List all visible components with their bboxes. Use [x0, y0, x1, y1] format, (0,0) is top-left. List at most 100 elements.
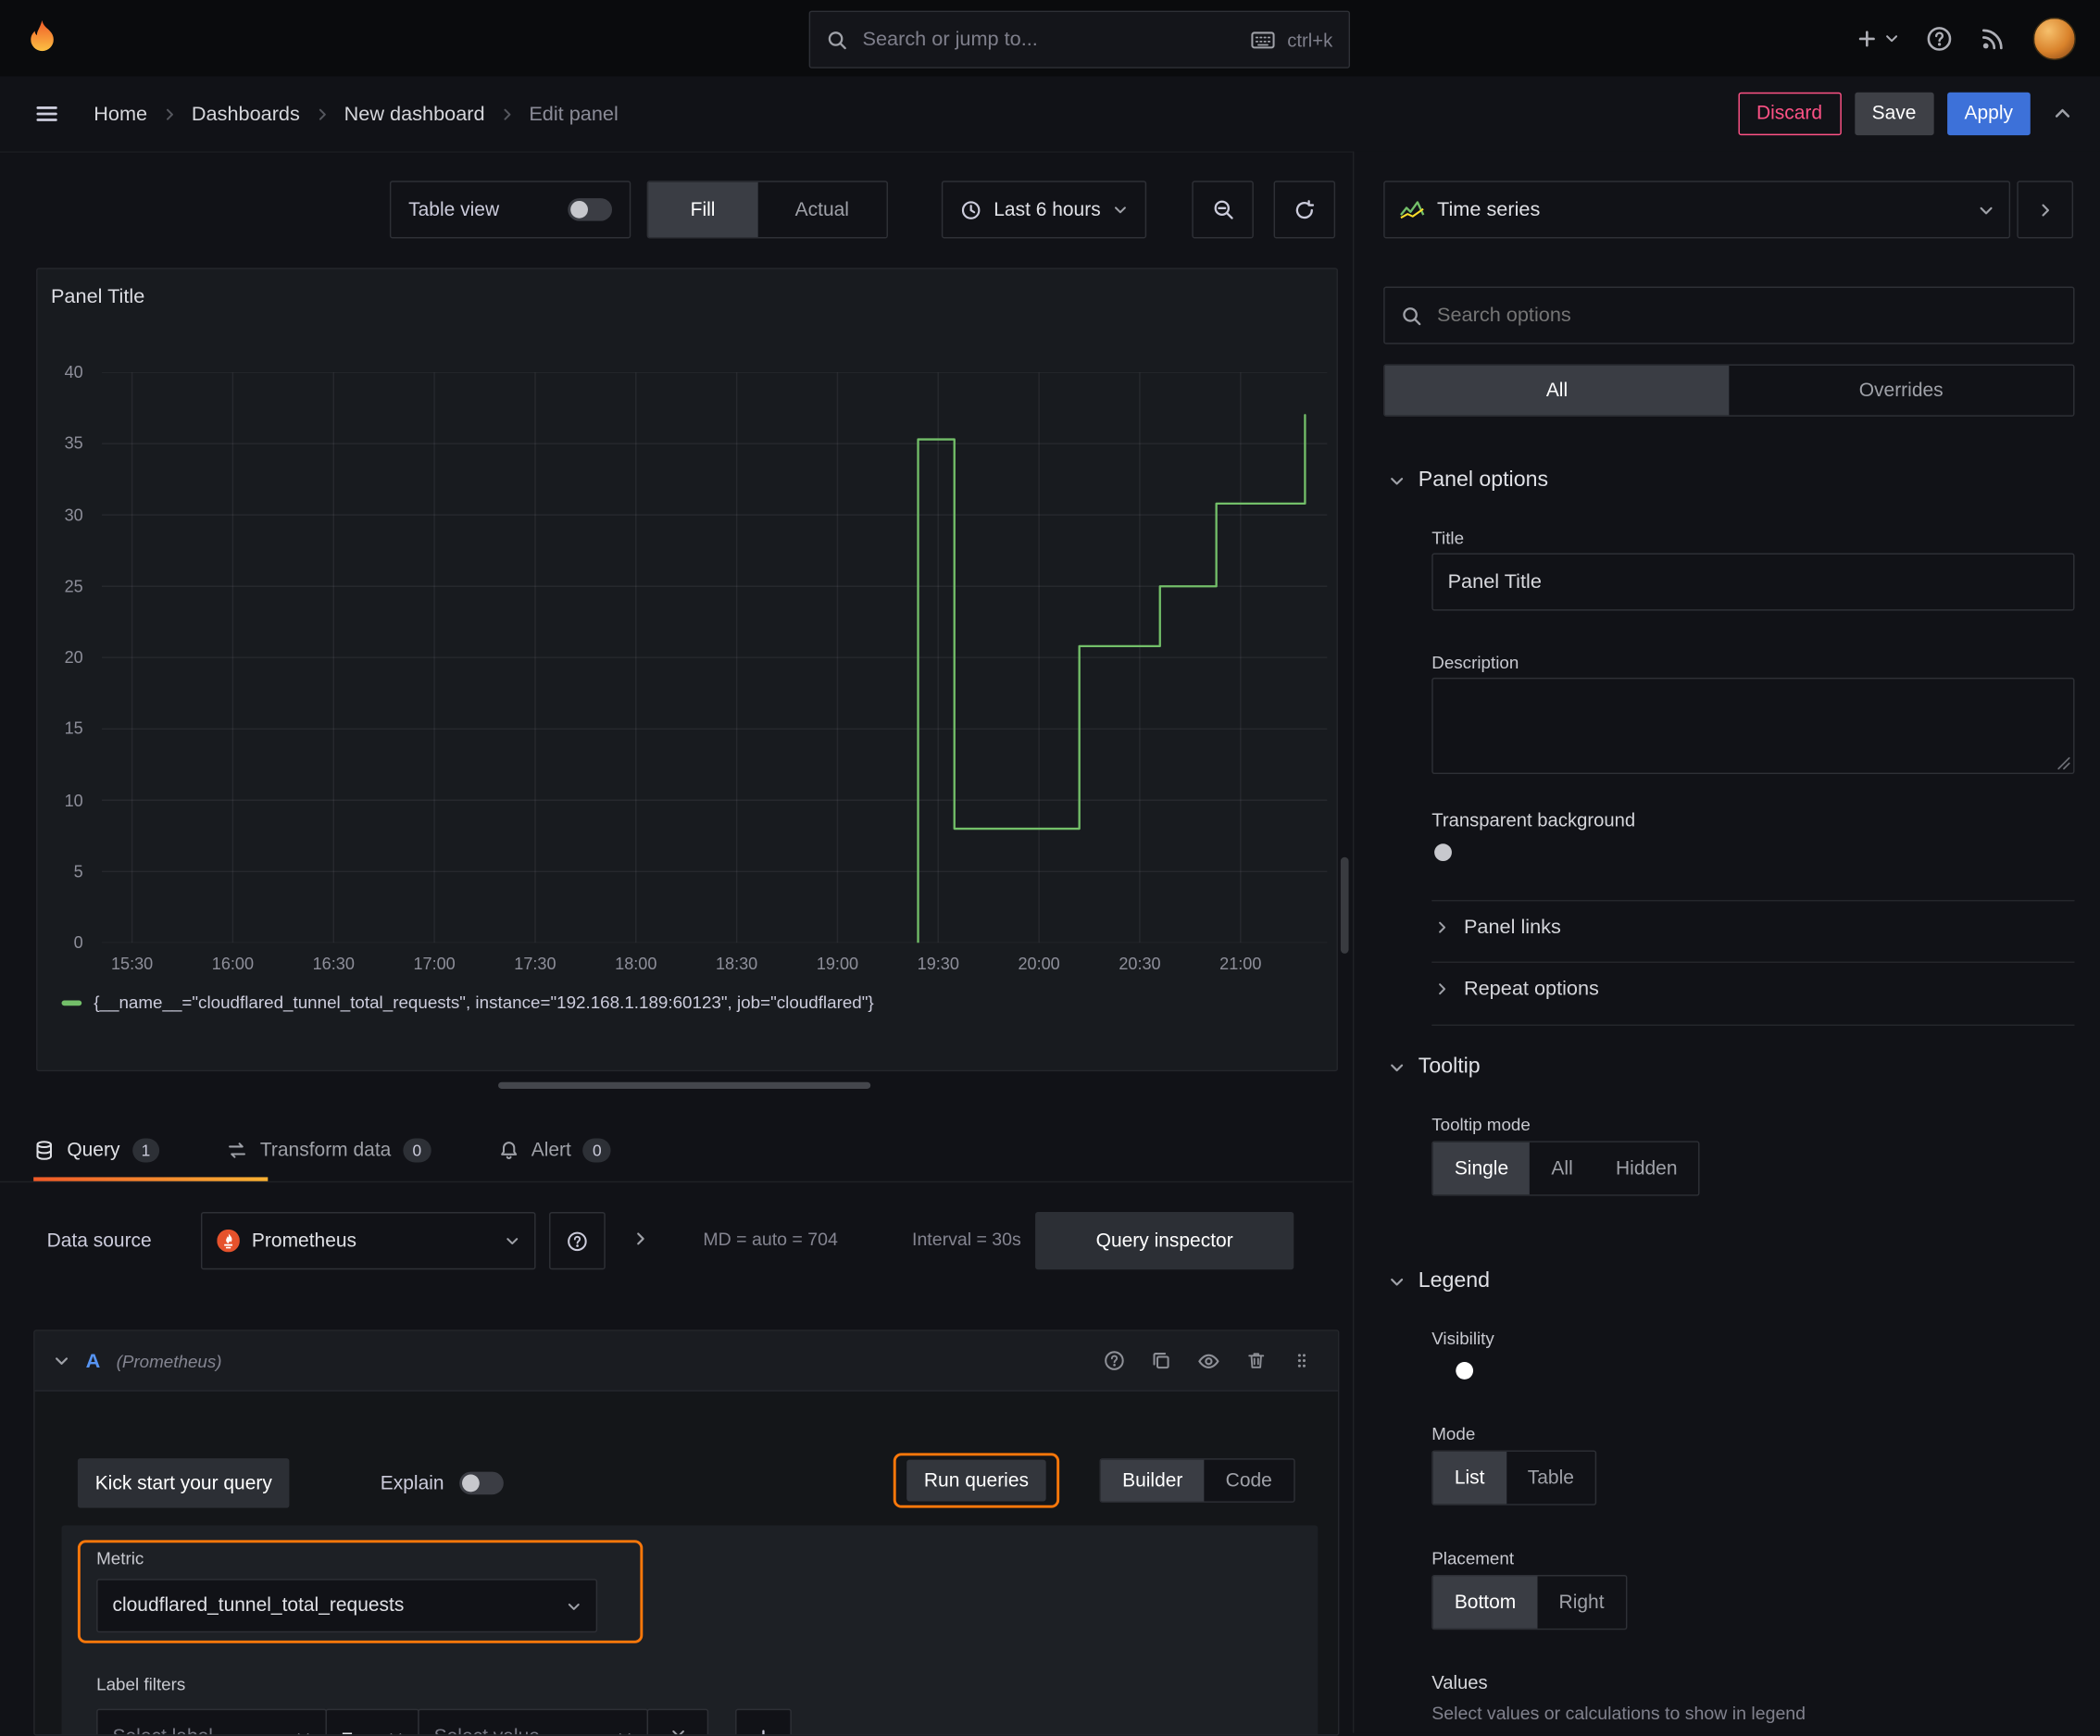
drag-handle-icon[interactable] — [1293, 1350, 1311, 1371]
legend-values-help: Select values or calculations to show in… — [1431, 1703, 1806, 1724]
active-tab-indicator — [33, 1177, 269, 1181]
chevron-up-icon[interactable] — [2044, 105, 2081, 123]
legend-table-option[interactable]: Table — [1506, 1452, 1595, 1504]
legend-mode-switch: List Table — [1431, 1450, 1597, 1505]
tooltip-single-option[interactable]: Single — [1432, 1142, 1531, 1195]
fill-actual-switch: Fill Actual — [646, 181, 888, 239]
duplicate-query-icon[interactable] — [1150, 1350, 1171, 1371]
global-search-input[interactable] — [859, 26, 1240, 53]
code-option[interactable]: Code — [1205, 1460, 1294, 1502]
breadcrumb-edit-panel: Edit panel — [529, 102, 619, 126]
datasource-help-button[interactable] — [549, 1212, 606, 1270]
menu-icon[interactable] — [35, 102, 59, 126]
grafana-logo-icon[interactable] — [24, 19, 60, 57]
apply-button[interactable]: Apply — [1946, 92, 2031, 136]
tab-alert[interactable]: Alert 0 — [464, 1118, 644, 1181]
options-search[interactable] — [1383, 286, 2075, 344]
tooltip-all-option[interactable]: All — [1530, 1143, 1594, 1194]
breadcrumb-bar: Home Dashboards New dashboard Edit panel… — [0, 76, 2100, 153]
tab-all-options[interactable]: All — [1384, 365, 1730, 416]
query-ref-id[interactable]: A — [86, 1349, 101, 1372]
transform-icon — [227, 1139, 248, 1160]
pane-splitter-handle[interactable] — [498, 1081, 871, 1089]
options-expander-icon[interactable] — [632, 1230, 648, 1246]
global-search[interactable]: ctrl+k — [808, 10, 1351, 69]
panel-links-row[interactable]: Panel links — [1434, 916, 1561, 939]
collapse-pane-button[interactable] — [2017, 181, 2074, 239]
discard-button[interactable]: Discard — [1737, 92, 1842, 136]
chevron-down-icon — [1389, 473, 1405, 489]
legend-bottom-option[interactable]: Bottom — [1432, 1576, 1538, 1629]
query-ref-datasource: (Prometheus) — [116, 1350, 222, 1371]
visualization-value: Time series — [1437, 198, 1541, 221]
scrollbar-thumb[interactable] — [1340, 856, 1349, 954]
news-icon[interactable] — [1980, 25, 2006, 52]
query-editor-card: A (Prometheus) Kick start your query Exp… — [33, 1330, 1340, 1736]
table-view-toggle[interactable] — [568, 198, 613, 221]
run-queries-button[interactable]: Run queries — [906, 1459, 1046, 1502]
help-icon[interactable] — [1926, 25, 1953, 52]
select-label-dropdown[interactable]: Select label — [96, 1708, 327, 1735]
visualization-picker[interactable]: Time series — [1383, 181, 2011, 239]
collapse-query-icon[interactable] — [54, 1353, 69, 1368]
legend-values-label: Values — [1431, 1671, 1488, 1693]
tab-query[interactable]: Query 1 — [0, 1118, 194, 1181]
select-value-dropdown[interactable]: Select value — [418, 1708, 649, 1735]
repeat-options-label: Repeat options — [1463, 977, 1599, 1001]
builder-option[interactable]: Builder — [1100, 1459, 1205, 1502]
options-search-input[interactable] — [1434, 302, 2057, 329]
legend-placement-switch: Bottom Right — [1431, 1575, 1628, 1630]
fill-option[interactable]: Fill — [648, 181, 758, 238]
time-range-picker[interactable]: Last 6 hours — [941, 181, 1146, 239]
hide-query-icon[interactable] — [1197, 1349, 1220, 1372]
description-label: Description — [1431, 652, 1519, 673]
refresh-button[interactable] — [1273, 181, 1336, 239]
table-view-label: Table view — [408, 198, 500, 220]
remove-filter-button[interactable] — [646, 1708, 709, 1735]
tooltip-mode-label: Tooltip mode — [1431, 1114, 1531, 1135]
legend-series-label[interactable]: {__name__="cloudflared_tunnel_total_requ… — [94, 993, 873, 1013]
zoom-out-button[interactable] — [1192, 181, 1254, 239]
panel-options-section-header[interactable]: Panel options — [1389, 468, 1548, 493]
legend-right-option[interactable]: Right — [1537, 1576, 1625, 1628]
description-input[interactable] — [1431, 677, 2075, 775]
tab-overrides[interactable]: Overrides — [1729, 366, 2073, 416]
breadcrumb-dashboards[interactable]: Dashboards — [192, 103, 300, 126]
top-nav-bar: ctrl+k — [0, 0, 2100, 77]
tooltip-section-header[interactable]: Tooltip — [1389, 1055, 1481, 1080]
datasource-picker[interactable]: Prometheus — [200, 1212, 536, 1270]
explain-toggle[interactable] — [458, 1471, 504, 1495]
database-icon — [33, 1139, 55, 1160]
query-inspector-button[interactable]: Query inspector — [1035, 1212, 1294, 1270]
x-axis-labels: 15:30 16:00 16:30 17:00 17:30 18:00 18:30 19:00… — [110, 955, 1262, 974]
bell-icon — [498, 1139, 519, 1160]
transparent-background-label: Transparent background — [1431, 808, 1636, 831]
resize-grip-icon[interactable] — [2057, 756, 2070, 770]
tooltip-hidden-option[interactable]: Hidden — [1594, 1143, 1699, 1194]
kick-start-query-button[interactable]: Kick start your query — [77, 1458, 290, 1508]
legend-series-swatch[interactable] — [61, 999, 82, 1005]
actual-option[interactable]: Actual — [757, 182, 886, 237]
tab-transform-data[interactable]: Transform data 0 — [194, 1118, 465, 1181]
delete-query-icon[interactable] — [1245, 1350, 1267, 1371]
time-range-label: Last 6 hours — [994, 198, 1101, 220]
metric-select[interactable]: cloudflared_tunnel_total_requests — [96, 1579, 598, 1633]
chevron-right-icon — [499, 106, 514, 121]
query-help-icon[interactable] — [1104, 1350, 1125, 1371]
time-series-chart — [101, 372, 1328, 943]
add-filter-button[interactable] — [735, 1708, 792, 1735]
chevron-down-icon — [1113, 202, 1128, 217]
breadcrumb-home[interactable]: Home — [94, 103, 147, 126]
chevron-down-icon — [505, 1233, 519, 1248]
repeat-options-row[interactable]: Repeat options — [1434, 977, 1599, 1001]
legend-section-header[interactable]: Legend — [1389, 1269, 1490, 1293]
user-avatar[interactable] — [2032, 17, 2076, 60]
new-menu-button[interactable] — [1856, 28, 1899, 49]
save-button[interactable]: Save — [1854, 92, 1934, 136]
search-icon — [1401, 305, 1422, 326]
operator-dropdown[interactable]: = — [325, 1708, 419, 1735]
panel-title-input[interactable] — [1431, 553, 2075, 611]
breadcrumb-new-dashboard[interactable]: New dashboard — [344, 103, 485, 126]
panel-title[interactable]: Panel Title — [51, 285, 144, 308]
legend-list-option[interactable]: List — [1432, 1451, 1506, 1505]
